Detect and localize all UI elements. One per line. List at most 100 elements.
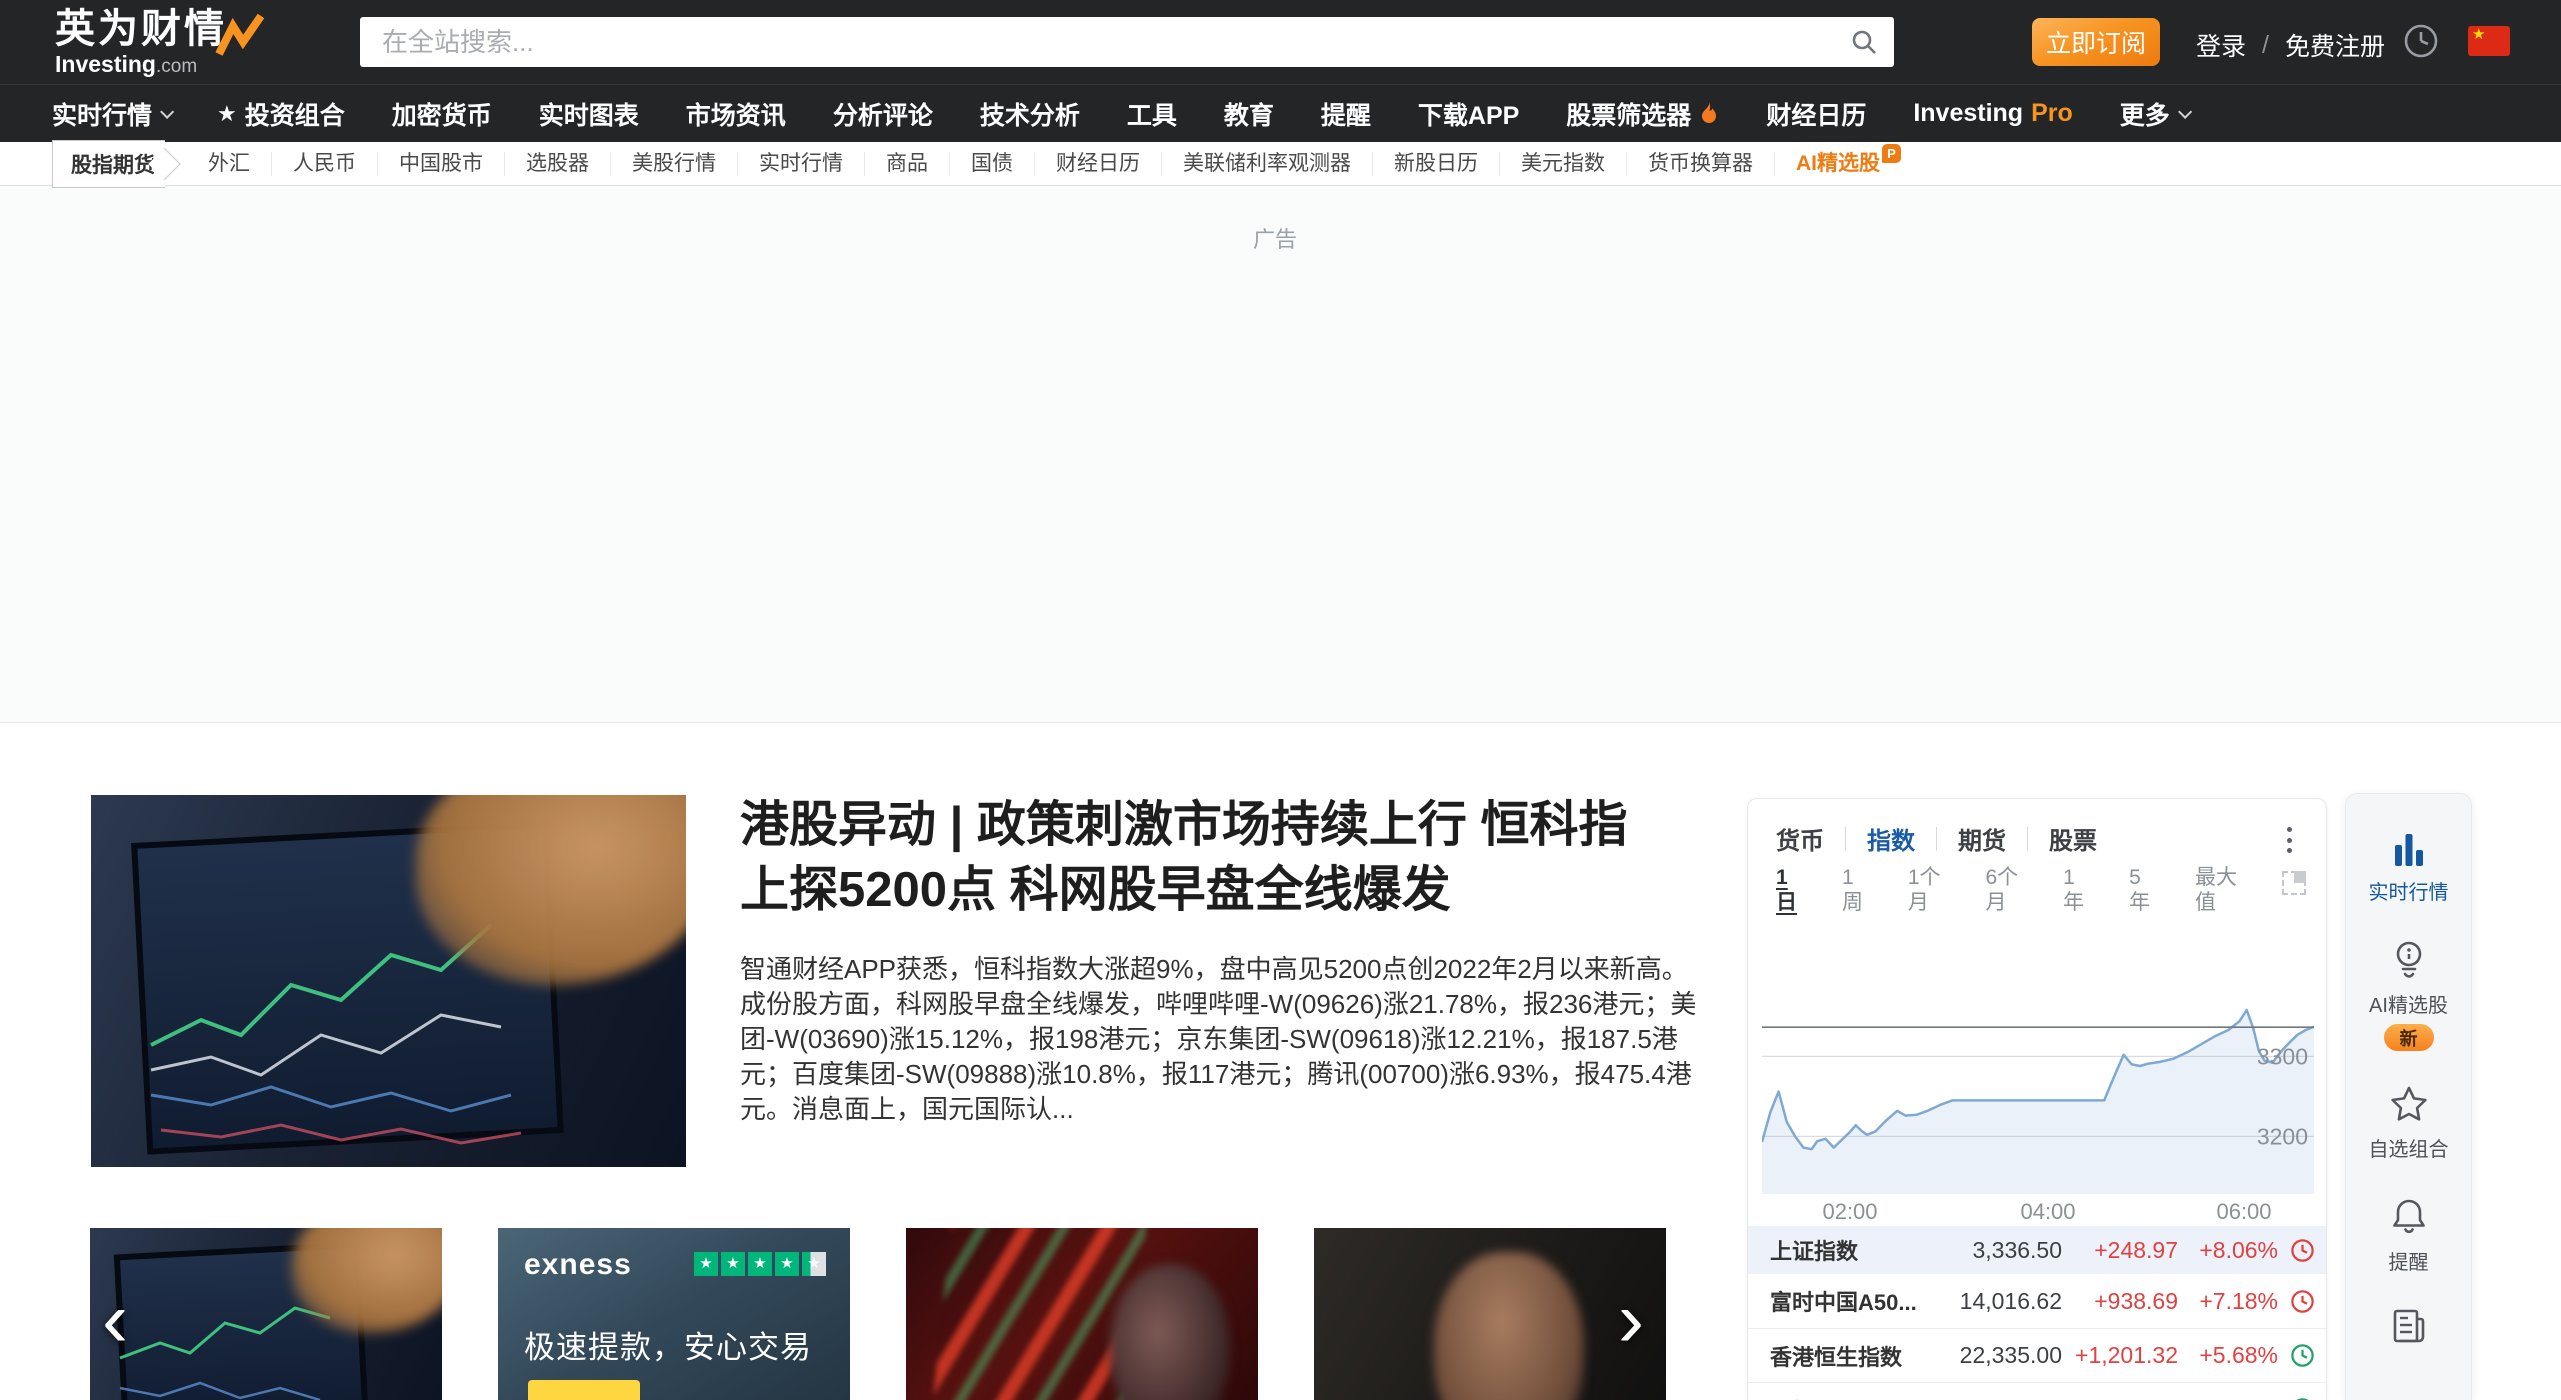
nav-item-stock-screener[interactable]: 股票筛选器: [1566, 96, 1719, 132]
subnav-item-currency-converter[interactable]: 货币换算器: [1626, 152, 1774, 176]
x-tick: 06:00: [2216, 1199, 2271, 1225]
divider: [1845, 827, 1846, 851]
china-flag-icon[interactable]: ★: [2468, 26, 2510, 56]
quotes-panel: 货币 指数 期货 股票 1日 1周 1个月 6个月 1年 5年 最大值 3300…: [1747, 798, 2327, 1400]
index-chart-svg: 33003200: [1762, 994, 2314, 1194]
star-icon: ★: [748, 1252, 772, 1276]
nav-item-alerts[interactable]: 提醒: [1321, 96, 1371, 132]
carousel-thumb-3[interactable]: [906, 1228, 1258, 1400]
nav-item-crypto[interactable]: 加密货币: [392, 96, 492, 132]
svg-text:3300: 3300: [2257, 1043, 2308, 1069]
subnav-item-live-quotes[interactable]: 实时行情: [737, 152, 864, 176]
quick-access-rail: 实时行情 AI精选股 新 自选组合 提醒: [2345, 793, 2472, 1400]
secondary-navigation: 股指期货 外汇 人民币 中国股市 选股器 美股行情 实时行情 商品 国债 财经日…: [0, 142, 2561, 186]
nav-item-charts[interactable]: 实时图表: [539, 96, 639, 132]
subnav-item-fed-rate-monitor[interactable]: 美联储利率观测器: [1161, 152, 1372, 176]
nav-item-calendar[interactable]: 财经日历: [1766, 96, 1866, 132]
more-options-icon[interactable]: [2276, 825, 2302, 855]
star-icon: ★: [721, 1252, 745, 1276]
pro-badge-icon: P: [1882, 144, 1901, 163]
nav-item-investingpro[interactable]: InvestingPro: [1913, 99, 2072, 128]
tab-futures[interactable]: 期货: [1958, 821, 2006, 856]
carousel-thumb-1[interactable]: [90, 1228, 442, 1400]
quotes-list: 上证指数 3,336.50 +248.97 +8.06% 富时中国A50... …: [1748, 1226, 2326, 1400]
market-hours-clock-icon[interactable]: [2402, 22, 2440, 60]
subnav-item-ipo-calendar[interactable]: 新股日历: [1372, 152, 1499, 176]
range-1m[interactable]: 1个月: [1908, 865, 1941, 915]
article-image[interactable]: [91, 795, 686, 1167]
star-icon: ★: [775, 1252, 799, 1276]
auth-separator: /: [2262, 31, 2269, 60]
subnav-item-bonds[interactable]: 国债: [949, 152, 1034, 176]
quote-row-ftse-china-a50[interactable]: 富时中国A50... 14,016.62 +938.69 +7.18%: [1748, 1274, 2326, 1328]
nav-item-education[interactable]: 教育: [1224, 96, 1274, 132]
x-tick: 02:00: [1822, 1199, 1877, 1225]
range-1w[interactable]: 1周: [1842, 865, 1863, 915]
trustpilot-rating: ★ ★ ★ ★ ★: [694, 1252, 826, 1276]
bell-icon: [2389, 1196, 2429, 1238]
star-icon: ★: [217, 101, 237, 127]
range-max[interactable]: 最大值: [2195, 865, 2237, 915]
x-tick: 04:00: [2020, 1199, 2075, 1225]
subnav-item-dollar-index[interactable]: 美元指数: [1499, 152, 1626, 176]
subnav-item-calendar[interactable]: 财经日历: [1034, 152, 1161, 176]
range-1d[interactable]: 1日: [1776, 865, 1797, 915]
subnav-item-china-stocks[interactable]: 中国股市: [377, 152, 504, 176]
bar-chart-icon: [2389, 828, 2429, 868]
logo-chinese-text: 英为财情: [55, 8, 227, 50]
ad-headline: 极速提款，安心交易: [524, 1322, 812, 1367]
index-chart[interactable]: 33003200: [1762, 994, 2314, 1194]
subnav-item-index-futures[interactable]: 股指期货: [52, 140, 165, 188]
subscribe-button[interactable]: 立即订阅: [2032, 18, 2160, 66]
face-graphic: [1110, 1264, 1230, 1400]
search-input[interactable]: [360, 17, 1894, 67]
rail-item-watchlist[interactable]: 自选组合: [2369, 1085, 2449, 1162]
tab-stocks[interactable]: 股票: [2049, 821, 2097, 856]
rail-item-ai-picks[interactable]: AI精选股 新: [2369, 939, 2448, 1051]
site-logo[interactable]: 英为财情 Investing.com: [55, 8, 227, 79]
quote-row-sse[interactable]: 上证指数 3,336.50 +248.97 +8.06%: [1748, 1226, 2326, 1274]
rail-item-alerts[interactable]: 提醒: [2389, 1196, 2429, 1275]
screenshot-icon[interactable]: [2282, 871, 2306, 895]
subnav-item-stock-picker[interactable]: 选股器: [504, 152, 610, 176]
quote-row-hang-seng[interactable]: 香港恒生指数 22,335.00 +1,201.32 +5.68%: [1748, 1328, 2326, 1382]
lightbulb-icon: [2389, 939, 2429, 981]
nav-item-technical[interactable]: 技术分析: [980, 96, 1080, 132]
nav-item-more[interactable]: 更多: [2120, 96, 2188, 132]
login-link[interactable]: 登录: [2196, 27, 2246, 63]
carousel-thumb-4[interactable]: [1314, 1228, 1666, 1400]
nav-item-tools[interactable]: 工具: [1127, 96, 1177, 132]
nav-item-portfolio[interactable]: ★投资组合: [217, 96, 345, 132]
ad-cta-button[interactable]: [528, 1380, 640, 1400]
nav-item-news[interactable]: 市场资讯: [686, 96, 786, 132]
subnav-item-forex[interactable]: 外汇: [187, 152, 271, 176]
article-title[interactable]: 港股异动 | 政策刺激市场持续上行 恒科指上探5200点 科网股早盘全线爆发: [740, 793, 1640, 923]
subnav-item-rmb[interactable]: 人民币: [271, 152, 377, 176]
carousel-thumb-exness-ad[interactable]: exness ★ ★ ★ ★ ★ 极速提款，安心交易: [498, 1228, 850, 1400]
star-icon: ★: [694, 1252, 718, 1276]
nav-item-markets[interactable]: 实时行情: [52, 96, 170, 132]
divider: [2027, 827, 2028, 851]
carousel-prev-button[interactable]: ‹: [102, 1280, 128, 1358]
rail-item-live-quotes[interactable]: 实时行情: [2369, 828, 2449, 905]
carousel-next-button[interactable]: ›: [1618, 1280, 1644, 1358]
range-5y[interactable]: 5年: [2129, 865, 2150, 915]
subnav-item-commodities[interactable]: 商品: [864, 152, 949, 176]
quote-row-nikkei-225[interactable]: 日经225 37,958.50 -703.36 -1.81%: [1748, 1382, 2326, 1400]
subnav-item-us-stocks[interactable]: 美股行情: [610, 152, 737, 176]
range-1y[interactable]: 1年: [2063, 865, 2084, 915]
page: 英为财情 Investing.com 立即订阅 登录 / 免费注册 ★ 实时行情…: [0, 0, 2561, 1400]
tab-currencies[interactable]: 货币: [1776, 821, 1824, 856]
register-link[interactable]: 免费注册: [2285, 27, 2385, 63]
nav-item-download-app[interactable]: 下载APP: [1418, 96, 1519, 132]
search-icon[interactable]: [1850, 28, 1878, 56]
subnav-item-ai-picks[interactable]: AI精选股P: [1774, 152, 1922, 176]
range-6m[interactable]: 6个月: [1986, 865, 2019, 915]
divider: [1936, 827, 1937, 851]
tab-indices[interactable]: 指数: [1867, 821, 1915, 856]
rail-item-news[interactable]: [2388, 1305, 2430, 1345]
top-bar: 英为财情 Investing.com 立即订阅 登录 / 免费注册 ★: [0, 0, 2561, 84]
auth-links: 登录 / 免费注册: [2196, 27, 2385, 63]
nav-item-analysis[interactable]: 分析评论: [833, 96, 933, 132]
flame-icon: [1699, 101, 1719, 127]
